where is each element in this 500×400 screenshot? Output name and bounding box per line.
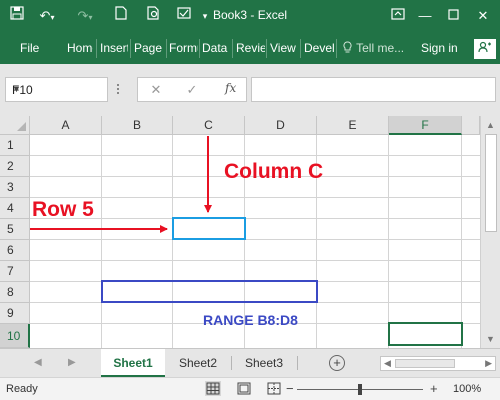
tell-me-label: Tell me...	[356, 41, 405, 55]
save-icon[interactable]	[8, 6, 26, 26]
tab-view[interactable]: View	[270, 33, 298, 64]
tell-me-box[interactable]: Tell me...	[343, 33, 404, 64]
minimize-icon[interactable]: —	[415, 6, 435, 26]
vertical-scrollbar[interactable]: ▲ ▼	[480, 116, 500, 348]
tab-separator	[199, 39, 200, 58]
excel-window: ↶▾ ↷▾ ▾ Book3 - Excel — ✕ File Home Inse…	[0, 0, 500, 400]
zoom-out-button[interactable]: −	[286, 381, 294, 396]
row-5-label: Row 5	[32, 198, 94, 221]
tab-data[interactable]: Data	[202, 33, 230, 64]
tab-separator	[336, 39, 337, 58]
spelling-icon[interactable]	[176, 6, 192, 26]
insert-function-icon[interactable]: fx	[225, 81, 236, 95]
print-preview-icon[interactable]	[146, 6, 162, 26]
tab-separator	[166, 39, 167, 58]
status-bar: Ready − + 100%	[0, 377, 500, 400]
tab-developer[interactable]: Developer	[304, 33, 334, 64]
tab-separator	[96, 39, 97, 58]
chevron-down-icon[interactable]: ▼	[12, 84, 102, 94]
tab-review[interactable]: Review	[236, 33, 265, 64]
formula-bar: F10 ▼ ✕ ✓ fx	[0, 64, 500, 116]
ribbon-tabs: File Home Insert Page Layout Formulas Da…	[0, 33, 500, 64]
horizontal-scrollbar[interactable]: ◀ ▶	[380, 356, 496, 371]
sign-in-link[interactable]: Sign in	[421, 33, 458, 64]
cancel-icon[interactable]: ✕	[146, 81, 166, 99]
page-layout-view-icon[interactable]	[236, 381, 252, 396]
page-break-preview-icon[interactable]	[266, 381, 282, 396]
tab-insert[interactable]: Insert	[100, 33, 128, 64]
window-title: Book3 - Excel	[213, 8, 288, 22]
name-box[interactable]: F10 ▼	[5, 77, 108, 102]
restore-ribbon-icon[interactable]	[388, 6, 408, 26]
zoom-level[interactable]: 100%	[453, 383, 481, 395]
tab-separator	[231, 356, 232, 370]
maximize-icon[interactable]	[443, 6, 463, 26]
scroll-down-icon[interactable]: ▼	[486, 334, 495, 344]
zoom-slider-thumb[interactable]	[358, 384, 362, 395]
range-label: RANGE B8:D8	[203, 312, 298, 328]
sheet-tab-bar: ◀ ▶ Sheet1 Sheet2 Sheet3 + ◀ ▶	[0, 348, 500, 377]
customize-qat-icon[interactable]: ▾	[200, 6, 210, 26]
undo-icon[interactable]: ↶▾	[36, 6, 58, 26]
formula-bar-resize-handle[interactable]	[117, 84, 121, 96]
lightbulb-icon	[343, 33, 353, 64]
normal-view-icon[interactable]	[205, 381, 221, 396]
redo-icon[interactable]: ↷▾	[74, 6, 96, 26]
sheet-tab-sheet2[interactable]: Sheet2	[168, 349, 228, 377]
tab-separator	[130, 39, 131, 58]
share-icon[interactable]	[474, 39, 496, 59]
formula-input[interactable]	[251, 77, 496, 102]
close-icon[interactable]: ✕	[473, 6, 493, 26]
tab-page-layout[interactable]: Page Layout	[134, 33, 164, 64]
sheet-tab-sheet1[interactable]: Sheet1	[101, 349, 165, 377]
add-sheet-button[interactable]: +	[329, 355, 345, 371]
zoom-in-button[interactable]: +	[430, 381, 438, 396]
tab-separator	[232, 39, 233, 58]
horizontal-scroll-thumb[interactable]	[395, 359, 455, 368]
new-file-icon[interactable]	[113, 6, 129, 26]
tab-separator	[300, 39, 301, 58]
tab-separator	[297, 356, 298, 370]
enter-icon[interactable]: ✓	[182, 81, 202, 99]
tab-home[interactable]: Home	[67, 33, 93, 64]
scroll-left-icon[interactable]: ◀	[384, 358, 391, 369]
prev-sheet-icon[interactable]: ◀	[34, 357, 42, 368]
tab-file[interactable]: File	[20, 33, 46, 64]
scroll-up-icon[interactable]: ▲	[486, 120, 495, 130]
worksheet-grid[interactable]: A B C D E F 1 2 3 4 5 6 7 8 9 10 Column …	[0, 116, 500, 348]
sheet-tab-sheet3[interactable]: Sheet3	[234, 349, 294, 377]
formula-buttons: ✕ ✓ fx	[137, 77, 247, 102]
scroll-right-icon[interactable]: ▶	[485, 358, 492, 369]
title-bar: ↶▾ ↷▾ ▾ Book3 - Excel — ✕	[0, 0, 500, 33]
column-c-label: Column C	[224, 160, 324, 183]
tab-separator	[266, 39, 267, 58]
vertical-scroll-thumb[interactable]	[485, 134, 497, 232]
status-text: Ready	[6, 383, 38, 395]
tab-formulas[interactable]: Formulas	[169, 33, 198, 64]
next-sheet-icon[interactable]: ▶	[68, 357, 76, 368]
